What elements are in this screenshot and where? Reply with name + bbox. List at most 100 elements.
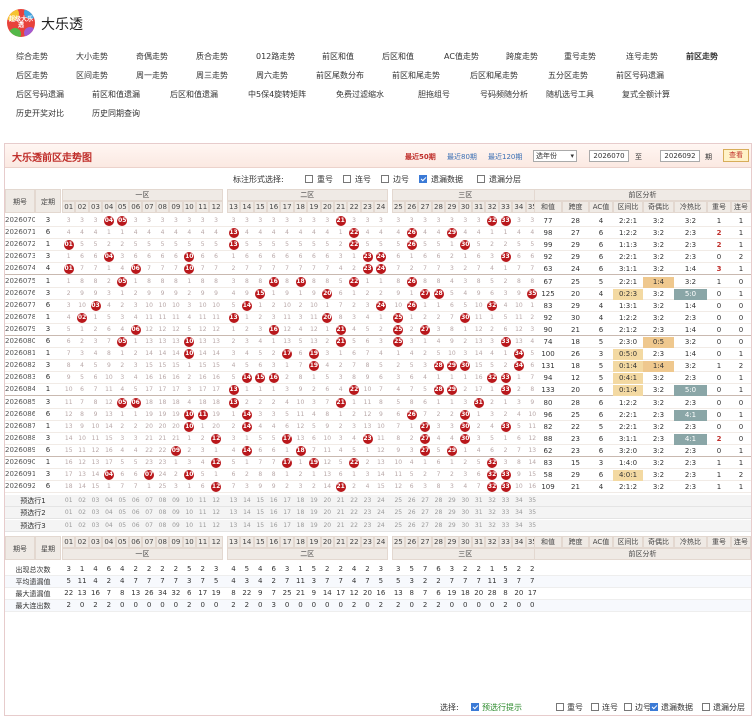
preview-number[interactable]: 26 — [405, 522, 418, 529]
preview-number[interactable]: 22 — [347, 509, 360, 516]
link-last-120[interactable]: 最近120期 — [488, 152, 522, 162]
preview-number[interactable]: 29 — [445, 509, 458, 516]
preview-number[interactable]: 18 — [294, 522, 307, 529]
preview-number[interactable]: 20 — [321, 522, 334, 529]
bottom-checkbox[interactable] — [471, 703, 479, 711]
nav-item[interactable]: 五分区走势 — [548, 68, 588, 84]
preview-number[interactable]: 08 — [156, 497, 169, 504]
preview-number[interactable]: 34 — [512, 522, 525, 529]
preview-number[interactable]: 09 — [169, 509, 182, 516]
nav-item[interactable]: 后区和值 — [382, 49, 414, 65]
preview-number[interactable]: 07 — [142, 522, 155, 529]
preview-number[interactable]: 21 — [334, 522, 347, 529]
preview-number[interactable]: 14 — [240, 522, 253, 529]
preview-number[interactable]: 24 — [374, 497, 387, 504]
nav-item[interactable]: 周三走势 — [196, 68, 228, 84]
nav-item[interactable]: 随机选号工具 — [546, 87, 594, 103]
preview-number[interactable]: 32 — [485, 509, 498, 516]
link-last-50[interactable]: 最近50期 — [405, 152, 436, 162]
filter-checkbox[interactable] — [305, 175, 313, 183]
preview-number[interactable]: 09 — [169, 522, 182, 529]
preview-number[interactable]: 19 — [307, 522, 320, 529]
nav-item[interactable]: 012路走势 — [256, 49, 295, 65]
preview-number[interactable]: 31 — [472, 522, 485, 529]
bottom-checkbox[interactable] — [591, 703, 599, 711]
preview-number[interactable]: 03 — [89, 497, 102, 504]
preview-number[interactable]: 33 — [499, 497, 512, 504]
preview-number[interactable]: 23 — [361, 509, 374, 516]
preview-number[interactable]: 30 — [459, 509, 472, 516]
query-button[interactable]: 查看 — [723, 149, 749, 162]
preview-number[interactable]: 23 — [361, 522, 374, 529]
nav-item[interactable]: 周一走势 — [136, 68, 168, 84]
preview-number[interactable]: 22 — [347, 497, 360, 504]
nav-item[interactable]: 前区号码遗漏 — [616, 68, 664, 84]
preview-number[interactable]: 30 — [459, 497, 472, 504]
preview-number[interactable]: 13 — [227, 522, 240, 529]
preview-number[interactable]: 12 — [209, 497, 222, 504]
preview-number[interactable]: 10 — [183, 522, 196, 529]
preview-number[interactable]: 26 — [405, 509, 418, 516]
nav-item[interactable]: 周六走势 — [256, 68, 288, 84]
nav-item[interactable]: 跨度走势 — [506, 49, 538, 65]
preview-number[interactable]: 15 — [254, 509, 267, 516]
nav-item[interactable]: 后区和尾走势 — [470, 68, 518, 84]
preview-number[interactable]: 16 — [267, 497, 280, 504]
preview-number[interactable]: 05 — [116, 497, 129, 504]
preview-number[interactable]: 14 — [240, 497, 253, 504]
preview-number[interactable]: 16 — [267, 509, 280, 516]
preview-number[interactable]: 34 — [512, 497, 525, 504]
filter-checkbox[interactable] — [381, 175, 389, 183]
preview-number[interactable]: 31 — [472, 497, 485, 504]
preview-number[interactable]: 33 — [499, 522, 512, 529]
nav-item[interactable]: 历史同期查询 — [92, 106, 140, 122]
nav-item[interactable]: 综合走势 — [16, 49, 48, 65]
bottom-checkbox[interactable] — [650, 703, 658, 711]
preview-number[interactable]: 05 — [116, 509, 129, 516]
preview-number[interactable]: 11 — [196, 522, 209, 529]
preview-number[interactable]: 15 — [254, 497, 267, 504]
preview-number[interactable]: 02 — [75, 497, 88, 504]
preview-number[interactable]: 24 — [374, 509, 387, 516]
preview-number[interactable]: 28 — [432, 509, 445, 516]
nav-item[interactable]: 后区和值遗漏 — [170, 87, 218, 103]
nav-item[interactable]: 复式全额计算 — [622, 87, 670, 103]
filter-checkbox[interactable] — [343, 175, 351, 183]
preview-number[interactable]: 06 — [129, 497, 142, 504]
nav-item[interactable]: 胆拖组号 — [418, 87, 450, 103]
filter-checkbox[interactable] — [477, 175, 485, 183]
nav-item[interactable]: 前区走势 — [686, 49, 718, 65]
preview-number[interactable]: 06 — [129, 522, 142, 529]
bottom-checkbox[interactable] — [624, 703, 632, 711]
nav-item[interactable]: 后区号码遗漏 — [16, 87, 64, 103]
nav-item[interactable]: 前区和值遗漏 — [92, 87, 140, 103]
preview-row[interactable]: 预选行2 01 02 03 04 05 06 07 08 09 10 11 12 13 14 15 16 17 18… — [5, 507, 751, 520]
preview-number[interactable]: 11 — [196, 509, 209, 516]
preview-number[interactable]: 12 — [209, 509, 222, 516]
year-select[interactable]: 选年份 ▾ — [533, 150, 577, 162]
preview-number[interactable]: 17 — [280, 522, 293, 529]
preview-row[interactable]: 预选行1 01 02 03 04 05 06 07 08 09 10 11 12 13 14 15 16 17 18… — [5, 495, 751, 508]
preview-number[interactable]: 22 — [347, 522, 360, 529]
to-period-input[interactable]: 2026092 — [660, 150, 700, 162]
nav-item[interactable]: 前区尾数分布 — [316, 68, 364, 84]
bottom-checkbox[interactable] — [702, 703, 710, 711]
preview-number[interactable]: 03 — [89, 509, 102, 516]
nav-item[interactable]: 区间走势 — [76, 68, 108, 84]
nav-item[interactable]: 连号走势 — [626, 49, 658, 65]
preview-number[interactable]: 32 — [485, 497, 498, 504]
preview-number[interactable]: 12 — [209, 522, 222, 529]
preview-number[interactable]: 04 — [102, 509, 115, 516]
preview-number[interactable]: 17 — [280, 509, 293, 516]
preview-number[interactable]: 16 — [267, 522, 280, 529]
preview-number[interactable]: 25 — [392, 497, 405, 504]
nav-item[interactable]: 前区和尾走势 — [392, 68, 440, 84]
nav-item[interactable]: 后区走势 — [16, 68, 48, 84]
nav-item[interactable]: 奇偶走势 — [136, 49, 168, 65]
preview-number[interactable]: 29 — [445, 522, 458, 529]
preview-number[interactable]: 27 — [418, 509, 431, 516]
preview-number[interactable]: 17 — [280, 497, 293, 504]
preview-number[interactable]: 23 — [361, 497, 374, 504]
preview-number[interactable]: 08 — [156, 509, 169, 516]
preview-number[interactable]: 10 — [183, 497, 196, 504]
